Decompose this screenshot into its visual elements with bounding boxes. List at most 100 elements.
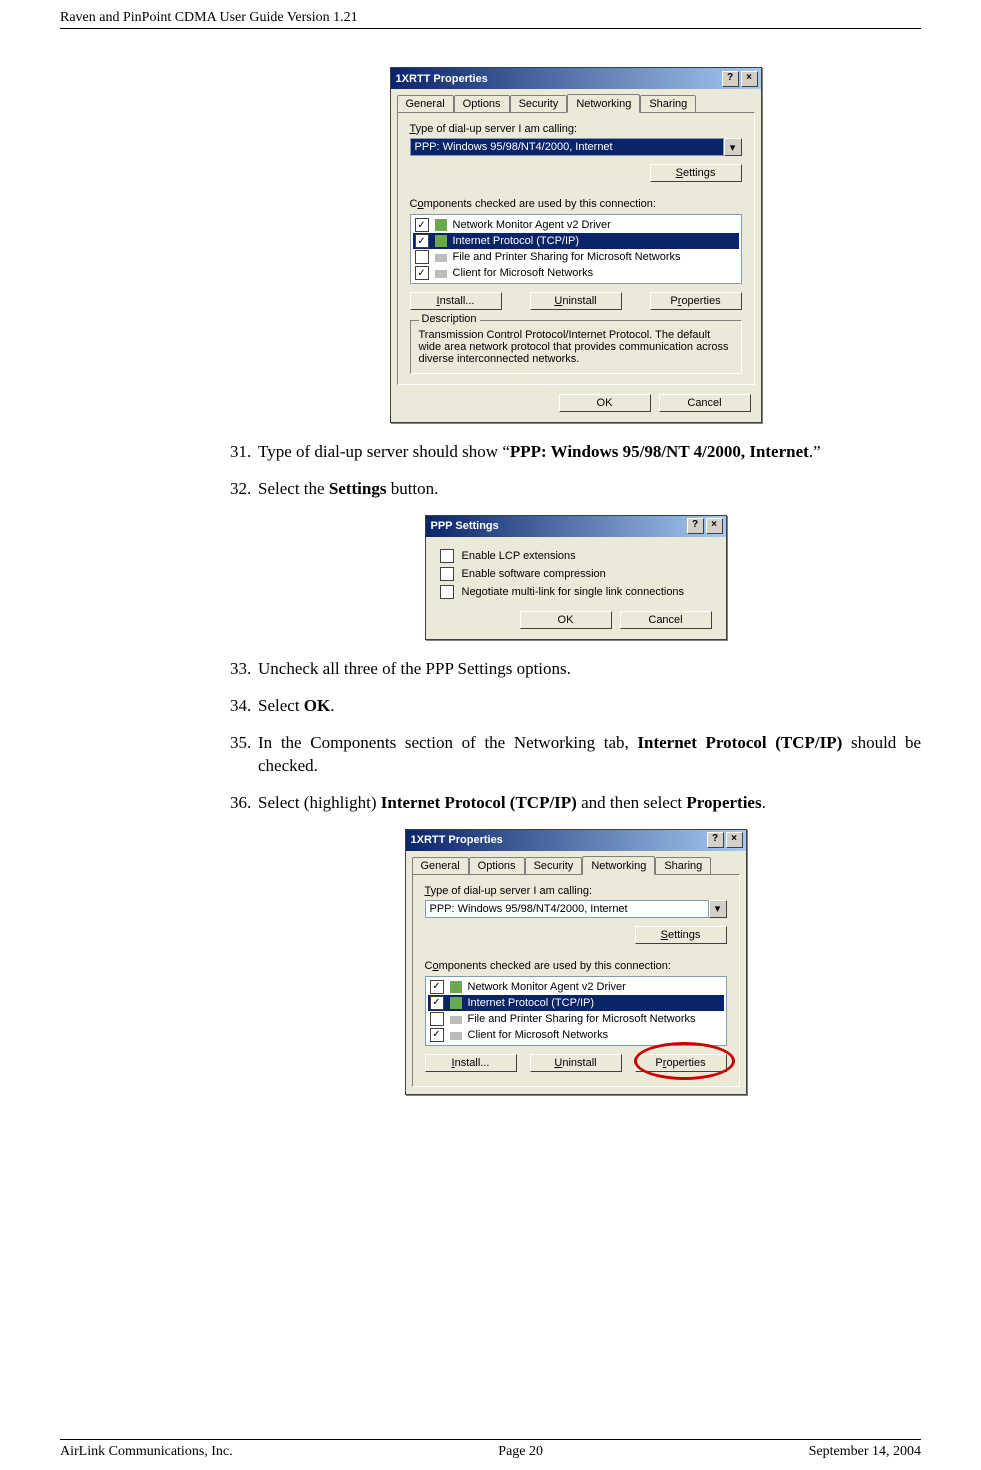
dialog-1xrtt-properties: 1XRTT Properties ? × General Options Sec… bbox=[405, 829, 747, 1095]
settings-button[interactable]: Settings bbox=[635, 926, 727, 944]
list-item[interactable]: ✓ Network Monitor Agent v2 Driver bbox=[413, 217, 739, 233]
protocol-icon bbox=[434, 234, 448, 248]
client-icon bbox=[434, 266, 448, 280]
step-number: 32. bbox=[230, 478, 258, 501]
list-item[interactable]: ✓ Internet Protocol (TCP/IP) bbox=[413, 233, 739, 249]
dialup-type-dropdown[interactable]: PPP: Windows 95/98/NT4/2000, Internet bbox=[410, 138, 724, 156]
driver-icon bbox=[449, 980, 463, 994]
properties-button[interactable]: Properties bbox=[635, 1054, 727, 1072]
tab-body: Type of dial-up server I am calling: PPP… bbox=[397, 112, 755, 385]
titlebar: PPP Settings ? × bbox=[426, 516, 726, 537]
components-list: ✓ Network Monitor Agent v2 Driver ✓ Inte… bbox=[425, 976, 727, 1046]
help-icon[interactable]: ? bbox=[687, 518, 704, 534]
list-item-label: File and Printer Sharing for Microsoft N… bbox=[468, 1013, 696, 1025]
footer-right: September 14, 2004 bbox=[809, 1444, 921, 1460]
driver-icon bbox=[434, 218, 448, 232]
list-item-label: Internet Protocol (TCP/IP) bbox=[453, 235, 580, 247]
step-number: 33. bbox=[230, 658, 258, 681]
ok-button[interactable]: OK bbox=[520, 611, 612, 629]
chevron-down-icon[interactable]: ▾ bbox=[709, 900, 727, 918]
properties-button[interactable]: Properties bbox=[650, 292, 742, 310]
list-item[interactable]: ✓ Internet Protocol (TCP/IP) bbox=[428, 995, 724, 1011]
checkbox-label: Enable software compression bbox=[462, 568, 606, 580]
tab-sharing[interactable]: Sharing bbox=[640, 95, 696, 113]
step-32: 32. Select the Settings button. bbox=[230, 478, 921, 501]
install-button[interactable]: Install... bbox=[425, 1054, 517, 1072]
list-item-label: Internet Protocol (TCP/IP) bbox=[468, 997, 595, 1009]
tab-general[interactable]: General bbox=[412, 857, 469, 875]
footer-left: AirLink Communications, Inc. bbox=[60, 1444, 233, 1460]
step-number: 34. bbox=[230, 695, 258, 718]
tab-options[interactable]: Options bbox=[469, 857, 525, 875]
tab-general[interactable]: General bbox=[397, 95, 454, 113]
tabstrip: General Options Security Networking Shar… bbox=[391, 89, 761, 113]
install-button[interactable]: Install... bbox=[410, 292, 502, 310]
cancel-button[interactable]: Cancel bbox=[620, 611, 712, 629]
checkbox-icon[interactable]: ✓ bbox=[415, 218, 429, 232]
footer-center: Page 20 bbox=[498, 1444, 543, 1460]
checkbox-icon[interactable] bbox=[440, 567, 454, 581]
checkbox-icon[interactable] bbox=[440, 549, 454, 563]
list-item-label: File and Printer Sharing for Microsoft N… bbox=[453, 251, 681, 263]
checkbox-row[interactable]: Negotiate multi-link for single link con… bbox=[440, 583, 712, 601]
checkbox-icon[interactable]: ✓ bbox=[430, 980, 444, 994]
tab-networking[interactable]: Networking bbox=[567, 94, 640, 113]
dialog-ppp-settings: PPP Settings ? × Enable LCP extensions E… bbox=[425, 515, 727, 640]
dialup-type-value: PPP: Windows 95/98/NT4/2000, Internet bbox=[411, 139, 723, 155]
list-item[interactable]: File and Printer Sharing for Microsoft N… bbox=[428, 1011, 724, 1027]
tab-security[interactable]: Security bbox=[510, 95, 568, 113]
uninstall-button[interactable]: Uninstall bbox=[530, 292, 622, 310]
step-33: 33. Uncheck all three of the PPP Setting… bbox=[230, 658, 921, 681]
list-item[interactable]: ✓ Network Monitor Agent v2 Driver bbox=[428, 979, 724, 995]
checkbox-icon[interactable] bbox=[415, 250, 429, 264]
step-31: 31. Type of dial-up server should show “… bbox=[230, 441, 921, 464]
step-number: 36. bbox=[230, 792, 258, 815]
list-item[interactable]: ✓ Client for Microsoft Networks bbox=[428, 1027, 724, 1043]
help-icon[interactable]: ? bbox=[707, 832, 724, 848]
label-components: Components checked are used by this conn… bbox=[410, 198, 742, 210]
checkbox-icon[interactable]: ✓ bbox=[430, 1028, 444, 1042]
tab-sharing[interactable]: Sharing bbox=[655, 857, 711, 875]
chevron-down-icon[interactable]: ▾ bbox=[724, 138, 742, 156]
uninstall-button[interactable]: Uninstall bbox=[530, 1054, 622, 1072]
checkbox-row[interactable]: Enable software compression bbox=[440, 565, 712, 583]
page-footer: AirLink Communications, Inc. Page 20 Sep… bbox=[60, 1444, 921, 1460]
tab-security[interactable]: Security bbox=[525, 857, 583, 875]
checkbox-icon[interactable]: ✓ bbox=[415, 266, 429, 280]
help-icon[interactable]: ? bbox=[722, 71, 739, 87]
cancel-button[interactable]: Cancel bbox=[659, 394, 751, 412]
settings-button[interactable]: Settings bbox=[650, 164, 742, 182]
label-dialup-type: Type of dial-up server I am calling: bbox=[425, 885, 727, 897]
ok-button[interactable]: OK bbox=[559, 394, 651, 412]
checkbox-icon[interactable]: ✓ bbox=[415, 234, 429, 248]
dialog-body: Enable LCP extensions Enable software co… bbox=[426, 537, 726, 639]
step-number: 35. bbox=[230, 732, 258, 755]
close-icon[interactable]: × bbox=[741, 71, 758, 87]
description-group: Description Transmission Control Protoco… bbox=[410, 320, 742, 374]
list-item-label: Network Monitor Agent v2 Driver bbox=[468, 981, 626, 993]
page-header: Raven and PinPoint CDMA User Guide Versi… bbox=[60, 10, 921, 26]
tab-networking[interactable]: Networking bbox=[582, 856, 655, 875]
service-icon bbox=[449, 1012, 463, 1026]
dialog-title: PPP Settings bbox=[431, 520, 499, 532]
figure-1xrtt-properties-2: 1XRTT Properties ? × General Options Sec… bbox=[230, 829, 921, 1095]
checkbox-icon[interactable] bbox=[440, 585, 454, 599]
checkbox-icon[interactable] bbox=[430, 1012, 444, 1026]
checkbox-row[interactable]: Enable LCP extensions bbox=[440, 547, 712, 565]
list-item[interactable]: File and Printer Sharing for Microsoft N… bbox=[413, 249, 739, 265]
checkbox-label: Enable LCP extensions bbox=[462, 550, 576, 562]
close-icon[interactable]: × bbox=[706, 518, 723, 534]
dialup-type-dropdown[interactable]: PPP: Windows 95/98/NT4/2000, Internet bbox=[425, 900, 709, 918]
close-icon[interactable]: × bbox=[726, 832, 743, 848]
titlebar: 1XRTT Properties ? × bbox=[391, 68, 761, 89]
step-number: 31. bbox=[230, 441, 258, 464]
tabstrip: General Options Security Networking Shar… bbox=[406, 851, 746, 875]
dialup-type-value: PPP: Windows 95/98/NT4/2000, Internet bbox=[426, 901, 708, 917]
list-item-label: Network Monitor Agent v2 Driver bbox=[453, 219, 611, 231]
tab-options[interactable]: Options bbox=[454, 95, 510, 113]
list-item[interactable]: ✓ Client for Microsoft Networks bbox=[413, 265, 739, 281]
figure-1xrtt-properties-1: 1XRTT Properties ? × General Options Sec… bbox=[230, 67, 921, 423]
checkbox-icon[interactable]: ✓ bbox=[430, 996, 444, 1010]
list-item-label: Client for Microsoft Networks bbox=[453, 267, 594, 279]
protocol-icon bbox=[449, 996, 463, 1010]
